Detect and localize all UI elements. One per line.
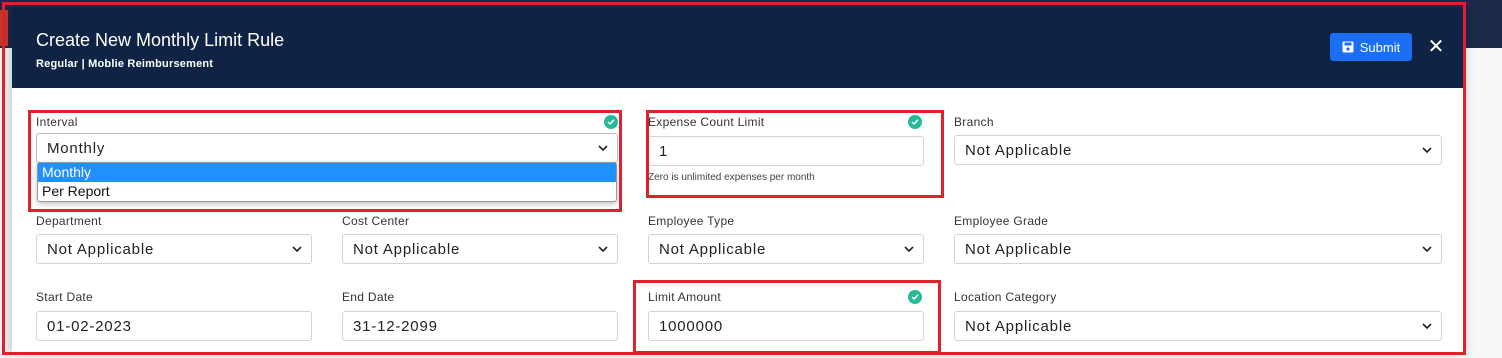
start-date-value: 01-02-2023 (47, 317, 132, 335)
end-date-label: End Date (342, 290, 395, 304)
limit-amount-label: Limit Amount (648, 290, 721, 304)
chevron-down-icon (589, 145, 617, 151)
chevron-down-icon (1413, 323, 1441, 329)
department-select[interactable]: Not Applicable (36, 234, 312, 264)
branch-value: Not Applicable (965, 141, 1073, 159)
end-date-input[interactable]: 31-12-2099 (342, 311, 618, 341)
end-date-value: 31-12-2099 (353, 317, 438, 335)
background-right-panel (1464, 48, 1502, 358)
location-category-label: Location Category (954, 290, 1057, 304)
interval-option-monthly[interactable]: Monthly (38, 163, 616, 182)
expense-count-limit-input[interactable]: 1 (648, 136, 924, 166)
employee-type-select[interactable]: Not Applicable (648, 234, 924, 264)
modal-subtitle: Regular | Moblie Reimbursement (36, 58, 214, 70)
modal-header: Create New Monthly Limit Rule Regular | … (12, 8, 1464, 88)
location-category-select[interactable]: Not Applicable (954, 311, 1442, 341)
interval-valid-check-icon (604, 115, 618, 129)
chevron-down-icon (589, 246, 617, 252)
limit-rule-modal: Create New Monthly Limit Rule Regular | … (12, 8, 1464, 354)
department-label: Department (36, 214, 102, 228)
expense-count-valid-check-icon (908, 115, 922, 129)
chevron-down-icon (1413, 246, 1441, 252)
save-icon (1342, 41, 1354, 53)
employee-type-value: Not Applicable (659, 240, 767, 258)
branch-label: Branch (954, 115, 994, 129)
submit-button[interactable]: Submit (1330, 33, 1412, 61)
limit-amount-value: 1000000 (659, 317, 723, 335)
chevron-down-icon (895, 246, 923, 252)
employee-grade-select[interactable]: Not Applicable (954, 234, 1442, 264)
employee-type-label: Employee Type (648, 214, 735, 228)
interval-label: Interval (36, 115, 78, 129)
location-category-value: Not Applicable (965, 317, 1073, 335)
interval-value: Monthly (47, 139, 106, 157)
start-date-input[interactable]: 01-02-2023 (36, 311, 312, 341)
cost-center-value: Not Applicable (353, 240, 461, 258)
background-tab (0, 10, 8, 46)
chevron-down-icon (283, 246, 311, 252)
interval-select[interactable]: Monthly (36, 133, 618, 163)
department-value: Not Applicable (47, 240, 155, 258)
interval-option-per-report[interactable]: Per Report (38, 182, 616, 201)
limit-amount-input[interactable]: 1000000 (648, 311, 924, 341)
expense-count-limit-label: Expense Count Limit (648, 115, 765, 129)
modal-title: Create New Monthly Limit Rule (36, 30, 285, 50)
background-left-panel (0, 48, 12, 358)
cost-center-select[interactable]: Not Applicable (342, 234, 618, 264)
branch-select[interactable]: Not Applicable (954, 135, 1442, 165)
start-date-label: Start Date (36, 290, 94, 304)
interval-dropdown-list: Monthly Per Report (37, 162, 617, 202)
employee-grade-label: Employee Grade (954, 214, 1049, 228)
submit-label: Submit (1359, 39, 1401, 55)
employee-grade-value: Not Applicable (965, 240, 1073, 258)
chevron-down-icon (1413, 147, 1441, 153)
expense-count-limit-value: 1 (659, 142, 669, 160)
expense-count-help-text: Zero is unlimited expenses per month (648, 172, 815, 183)
limit-amount-valid-check-icon (908, 290, 922, 304)
cost-center-label: Cost Center (342, 214, 410, 228)
close-icon[interactable]: ✕ (1424, 34, 1448, 60)
